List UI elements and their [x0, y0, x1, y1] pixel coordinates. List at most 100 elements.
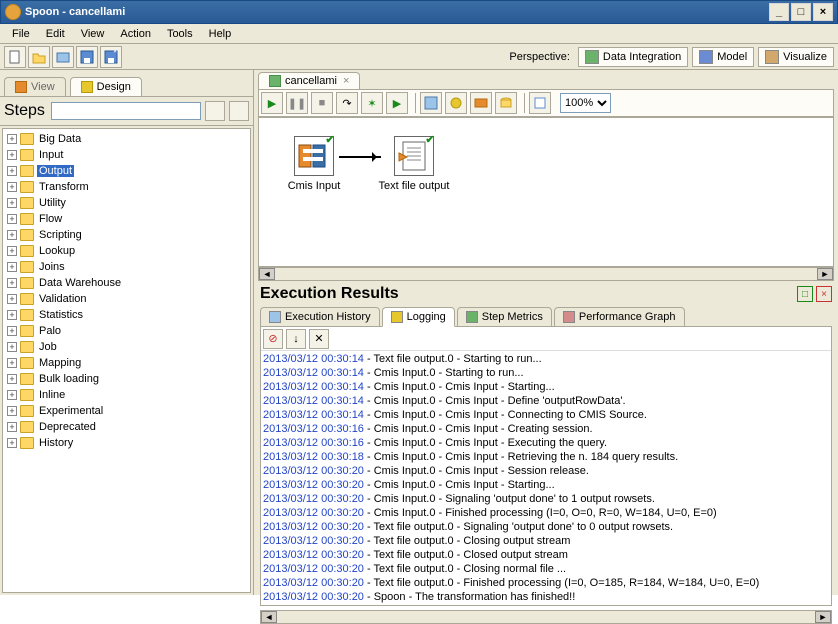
menu-help[interactable]: Help	[201, 26, 240, 42]
expand-all-button[interactable]	[205, 101, 225, 121]
expand-icon[interactable]: +	[7, 374, 17, 384]
expand-icon[interactable]: +	[7, 182, 17, 192]
tree-item[interactable]: +Output	[5, 163, 248, 179]
expand-icon[interactable]: +	[7, 326, 17, 336]
sql-button[interactable]	[470, 92, 492, 114]
open-button[interactable]	[28, 46, 50, 68]
tree-item[interactable]: +Deprecated	[5, 419, 248, 435]
tree-item[interactable]: + Flow	[5, 211, 248, 227]
explore-button[interactable]	[52, 46, 74, 68]
preview-button[interactable]: ↷	[336, 92, 358, 114]
tree-item-label: Flow	[37, 213, 64, 225]
exec-minimize-icon[interactable]: □	[797, 286, 813, 302]
log-view[interactable]: 2013/03/12 00:30:14 - Text file output.0…	[261, 351, 831, 605]
close-button[interactable]: ×	[813, 3, 833, 21]
tree-item[interactable]: +Validation	[5, 291, 248, 307]
menu-edit[interactable]: Edit	[38, 26, 73, 42]
log-tools-button[interactable]: ✕	[309, 329, 329, 349]
stop-button[interactable]: ■	[311, 92, 333, 114]
new-button[interactable]	[4, 46, 26, 68]
expand-icon[interactable]: +	[7, 310, 17, 320]
tree-item[interactable]: +Big Data	[5, 131, 248, 147]
clear-log-button[interactable]: ⊘	[263, 329, 283, 349]
steps-title: Steps	[4, 102, 45, 120]
show-results-button[interactable]	[529, 92, 551, 114]
exec-tab-logging[interactable]: Logging	[382, 307, 455, 327]
collapse-all-button[interactable]	[229, 101, 249, 121]
menu-view[interactable]: View	[73, 26, 113, 42]
explore-db-button[interactable]	[495, 92, 517, 114]
expand-icon[interactable]: +	[7, 262, 17, 272]
menu-file[interactable]: File	[4, 26, 38, 42]
expand-icon[interactable]: +	[7, 358, 17, 368]
exec-tab-step-metrics[interactable]: Step Metrics	[457, 307, 552, 327]
maximize-button[interactable]: □	[791, 3, 811, 21]
expand-icon[interactable]: +	[7, 150, 17, 160]
expand-icon[interactable]: +	[7, 294, 17, 304]
menu-action[interactable]: Action	[112, 26, 159, 42]
expand-icon[interactable]: +	[7, 246, 17, 256]
tree-item[interactable]: +Mapping	[5, 355, 248, 371]
log-line: 2013/03/12 00:30:20 - Cmis Input.0 - Cmi…	[263, 464, 829, 478]
expand-icon[interactable]: +	[7, 166, 17, 176]
tree-item[interactable]: +Utility	[5, 195, 248, 211]
tree-item[interactable]: +Bulk loading	[5, 371, 248, 387]
steps-filter-input[interactable]	[51, 102, 201, 120]
perspective-data-integration[interactable]: Data Integration	[578, 47, 688, 67]
perspective-model[interactable]: Model	[692, 47, 754, 67]
tab-view[interactable]: View	[4, 77, 66, 96]
tree-item[interactable]: +Inline	[5, 387, 248, 403]
tree-item[interactable]: +History	[5, 435, 248, 451]
expand-icon[interactable]: +	[7, 198, 17, 208]
expand-icon[interactable]: +	[7, 278, 17, 288]
verify-button[interactable]	[420, 92, 442, 114]
canvas-hscroll[interactable]: ◄►	[258, 267, 834, 281]
pause-button[interactable]: ❚❚	[286, 92, 308, 114]
exec-tab-performance-graph[interactable]: Performance Graph	[554, 307, 685, 327]
run-button[interactable]: ▶	[261, 92, 283, 114]
tab-icon	[563, 311, 575, 323]
exec-close-icon[interactable]: ×	[816, 286, 832, 302]
expand-icon[interactable]: +	[7, 214, 17, 224]
menu-tools[interactable]: Tools	[159, 26, 201, 42]
save-as-button[interactable]: *	[100, 46, 122, 68]
expand-icon[interactable]: +	[7, 390, 17, 400]
app-icon	[5, 4, 21, 20]
tree-item[interactable]: +Scripting	[5, 227, 248, 243]
tree-item[interactable]: +Statistics	[5, 307, 248, 323]
tree-item[interactable]: +Experimental	[5, 403, 248, 419]
close-tab-icon[interactable]: ×	[343, 75, 349, 87]
tree-item[interactable]: +Data Warehouse	[5, 275, 248, 291]
canvas[interactable]: ✔ Cmis Input ✔ Text file output	[258, 117, 834, 267]
tree-item[interactable]: +Palo	[5, 323, 248, 339]
expand-icon[interactable]: +	[7, 422, 17, 432]
log-line: 2013/03/12 00:30:20 - Cmis Input.0 - Sig…	[263, 492, 829, 506]
minimize-button[interactable]: _	[769, 3, 789, 21]
save-button[interactable]	[76, 46, 98, 68]
step-text-file-output[interactable]: ✔ Text file output	[369, 136, 459, 192]
steps-tree[interactable]: +Big Data+Input+Output+Transform+Utility…	[2, 128, 251, 593]
replay-button[interactable]: ▶	[386, 92, 408, 114]
tree-item-label: Job	[37, 341, 59, 353]
zoom-select[interactable]: 100%	[560, 93, 611, 113]
log-hscroll[interactable]: ◄►	[260, 610, 832, 624]
step-cmis-input[interactable]: ✔ Cmis Input	[269, 136, 359, 192]
log-line: 2013/03/12 00:30:20 - Cmis Input.0 - Cmi…	[263, 478, 829, 492]
perspective-visualize[interactable]: Visualize	[758, 47, 834, 67]
tree-item[interactable]: +Input	[5, 147, 248, 163]
tree-item[interactable]: +Transform	[5, 179, 248, 195]
tab-design[interactable]: Design	[70, 77, 142, 96]
log-settings-button[interactable]: ↓	[286, 329, 306, 349]
expand-icon[interactable]: +	[7, 342, 17, 352]
tree-item[interactable]: +Joins	[5, 259, 248, 275]
exec-tab-execution-history[interactable]: Execution History	[260, 307, 380, 327]
expand-icon[interactable]: +	[7, 134, 17, 144]
expand-icon[interactable]: +	[7, 438, 17, 448]
expand-icon[interactable]: +	[7, 406, 17, 416]
expand-icon[interactable]: +	[7, 230, 17, 240]
tree-item[interactable]: + Job	[5, 339, 248, 355]
debug-button[interactable]: ✶	[361, 92, 383, 114]
impact-button[interactable]	[445, 92, 467, 114]
tree-item[interactable]: +Lookup	[5, 243, 248, 259]
transformation-tab[interactable]: cancellami ×	[258, 72, 360, 89]
